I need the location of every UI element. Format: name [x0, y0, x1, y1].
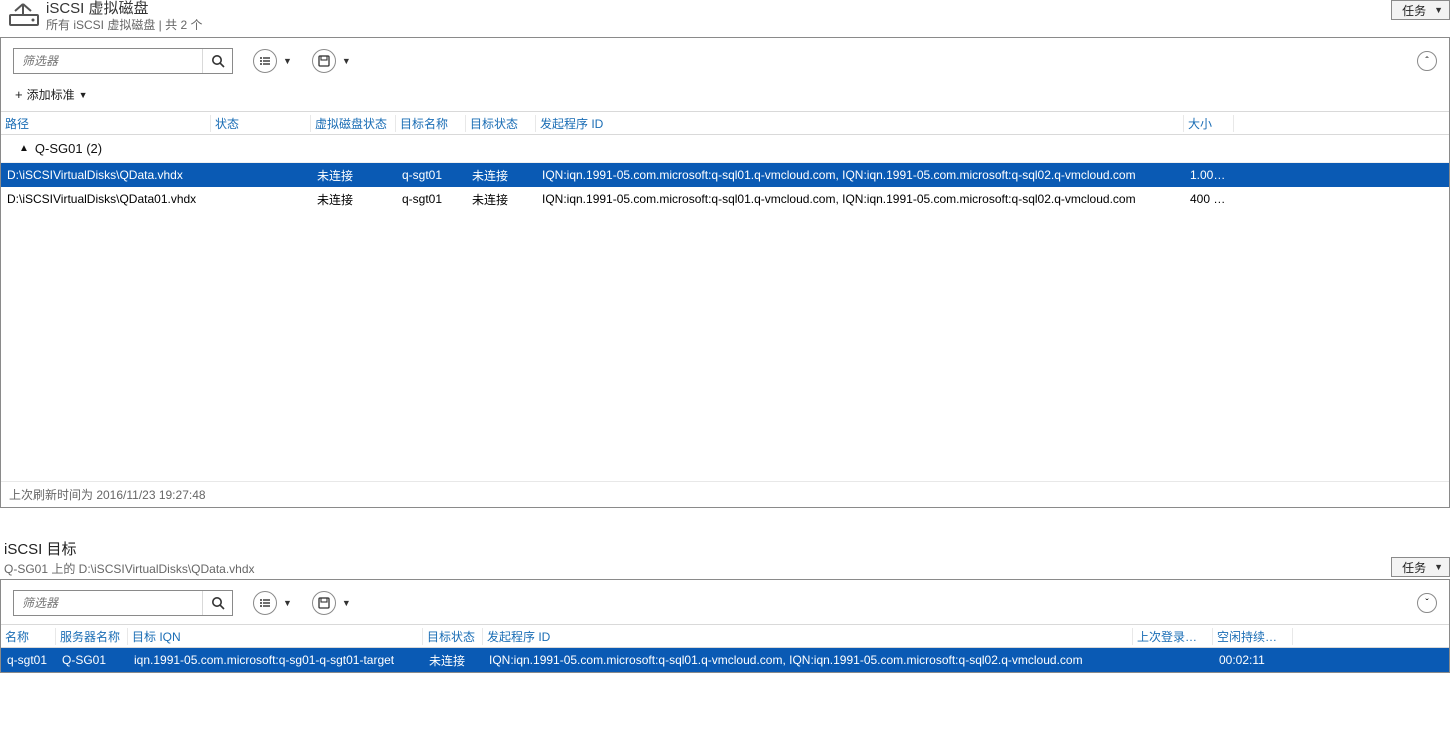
col-initiator[interactable]: 发起程序 ID	[483, 628, 1133, 645]
cell-iqn: iqn.1991-05.com.microsoft:q-sg01-q-sgt01…	[128, 653, 423, 667]
chevron-down-icon: ▼	[1434, 562, 1443, 572]
panel-header: iSCSI 虚拟磁盘 所有 iSCSI 虚拟磁盘 | 共 2 个 任务 ▼	[0, 0, 1450, 37]
view-options-button[interactable]: ▼	[253, 591, 292, 615]
cell-vd-status: 未连接	[311, 167, 396, 184]
panel-title: iSCSI 虚拟磁盘	[46, 0, 202, 18]
search-icon[interactable]	[202, 49, 232, 73]
cell-initiator: IQN:iqn.1991-05.com.microsoft:q-sql01.q-…	[536, 192, 1184, 206]
iscsi-targets-panel: iSCSI 目标 Q-SG01 上的 D:\iSCSIVirtualDisks\…	[0, 538, 1450, 673]
panel-title: iSCSI 目标	[4, 538, 255, 559]
cell-idle: 00:02:11	[1213, 653, 1293, 667]
col-status[interactable]: 状态	[211, 115, 311, 132]
cell-server: Q-SG01	[56, 653, 128, 667]
search-icon[interactable]	[202, 591, 232, 615]
cell-name: q-sgt01	[1, 653, 56, 667]
add-criteria-button[interactable]: + 添加标准 ▼	[1, 82, 1449, 111]
panel-header: iSCSI 目标 Q-SG01 上的 D:\iSCSIVirtualDisks\…	[0, 538, 1450, 579]
panel-subtitle: Q-SG01 上的 D:\iSCSIVirtualDisks\QData.vhd…	[4, 560, 255, 577]
col-name[interactable]: 名称	[1, 628, 56, 645]
filter-searchbox[interactable]	[13, 48, 233, 74]
panel-subtitle: 所有 iSCSI 虚拟磁盘 | 共 2 个	[46, 18, 202, 33]
col-status[interactable]: 目标状态	[423, 628, 483, 645]
chevron-down-icon: ▼	[79, 90, 88, 100]
filter-searchbox[interactable]	[13, 590, 233, 616]
chevron-down-icon: ˇ	[1425, 598, 1428, 609]
targets-region: ▼ ▼ ˇ 名称 服务器名称 目标 IQN 目标状态 发起程序 ID 上次登录时…	[0, 579, 1450, 673]
cell-path: D:\iSCSIVirtualDisks\QData01.vhdx	[1, 192, 211, 206]
iscsi-virtual-disks-panel: iSCSI 虚拟磁盘 所有 iSCSI 虚拟磁盘 | 共 2 个 任务 ▼ ▼	[0, 0, 1450, 508]
cell-initiator: IQN:iqn.1991-05.com.microsoft:q-sql01.q-…	[483, 653, 1133, 667]
col-size[interactable]: 大小	[1184, 115, 1234, 132]
disk-small-icon	[312, 591, 336, 615]
cell-target-status: 未连接	[466, 191, 536, 208]
filter-input[interactable]	[14, 591, 202, 615]
cell-vd-status: 未连接	[311, 191, 396, 208]
col-idle[interactable]: 空闲持续时间	[1213, 628, 1293, 645]
col-last-login[interactable]: 上次登录时间	[1133, 628, 1213, 645]
cell-target-status: 未连接	[466, 167, 536, 184]
filter-input[interactable]	[14, 49, 202, 73]
table-row[interactable]: D:\iSCSIVirtualDisks\QData01.vhdx 未连接 q-…	[1, 187, 1449, 211]
grid-body: ▲ Q-SG01 (2) D:\iSCSIVirtualDisks\QData.…	[1, 135, 1449, 481]
table-row[interactable]: D:\iSCSIVirtualDisks\QData.vhdx 未连接 q-sg…	[1, 163, 1449, 187]
chevron-down-icon: ▼	[283, 598, 292, 608]
cell-initiator: IQN:iqn.1991-05.com.microsoft:q-sql01.q-…	[536, 168, 1184, 182]
toolbar: ▼ ▼ ˇ	[1, 580, 1449, 624]
chevron-down-icon: ▼	[342, 598, 351, 608]
chevron-up-icon: ˆ	[1425, 56, 1428, 67]
column-headers: 路径 状态 虚拟磁盘状态 目标名称 目标状态 发起程序 ID 大小	[1, 111, 1449, 135]
save-options-button[interactable]: ▼	[312, 591, 351, 615]
column-headers: 名称 服务器名称 目标 IQN 目标状态 发起程序 ID 上次登录时间 空闲持续…	[1, 624, 1449, 648]
cell-size: 400 GB	[1184, 192, 1234, 206]
collapse-button[interactable]: ˆ	[1417, 51, 1437, 71]
virtual-disks-region: ▼ ▼ ˆ + 添加标准 ▼ 路径 状态 虚拟磁盘状态 目标名称 目标状态 发起…	[0, 37, 1450, 508]
expand-button[interactable]: ˇ	[1417, 593, 1437, 613]
plus-icon: +	[15, 87, 23, 102]
view-options-button[interactable]: ▼	[253, 49, 292, 73]
tasks-label: 任务	[1402, 559, 1426, 576]
list-icon	[253, 49, 277, 73]
chevron-down-icon: ▼	[342, 56, 351, 66]
list-icon	[253, 591, 277, 615]
col-initiator[interactable]: 发起程序 ID	[536, 115, 1184, 132]
disk-icon	[6, 0, 44, 30]
col-path[interactable]: 路径	[1, 115, 211, 132]
group-label: Q-SG01 (2)	[35, 141, 102, 156]
col-iqn[interactable]: 目标 IQN	[128, 628, 423, 645]
status-text: 上次刷新时间为 2016/11/23 19:27:48	[1, 481, 1449, 507]
toolbar: ▼ ▼ ˆ	[1, 38, 1449, 82]
cell-path: D:\iSCSIVirtualDisks\QData.vhdx	[1, 168, 211, 182]
save-options-button[interactable]: ▼	[312, 49, 351, 73]
collapse-triangle-icon: ▲	[19, 143, 29, 154]
col-target-status[interactable]: 目标状态	[466, 115, 536, 132]
group-row[interactable]: ▲ Q-SG01 (2)	[1, 135, 1449, 163]
col-server[interactable]: 服务器名称	[56, 628, 128, 645]
cell-target-name: q-sgt01	[396, 168, 466, 182]
table-row[interactable]: q-sgt01 Q-SG01 iqn.1991-05.com.microsoft…	[1, 648, 1449, 672]
chevron-down-icon: ▼	[1434, 5, 1443, 15]
cell-size: 1.00 GB	[1184, 168, 1234, 182]
add-criteria-label: 添加标准	[27, 86, 75, 103]
disk-small-icon	[312, 49, 336, 73]
tasks-button[interactable]: 任务 ▼	[1391, 557, 1450, 577]
cell-target-name: q-sgt01	[396, 192, 466, 206]
col-vd-status[interactable]: 虚拟磁盘状态	[311, 115, 396, 132]
col-target-name[interactable]: 目标名称	[396, 115, 466, 132]
tasks-button[interactable]: 任务 ▼	[1391, 0, 1450, 20]
cell-status: 未连接	[423, 652, 483, 669]
chevron-down-icon: ▼	[283, 56, 292, 66]
tasks-label: 任务	[1402, 2, 1426, 19]
